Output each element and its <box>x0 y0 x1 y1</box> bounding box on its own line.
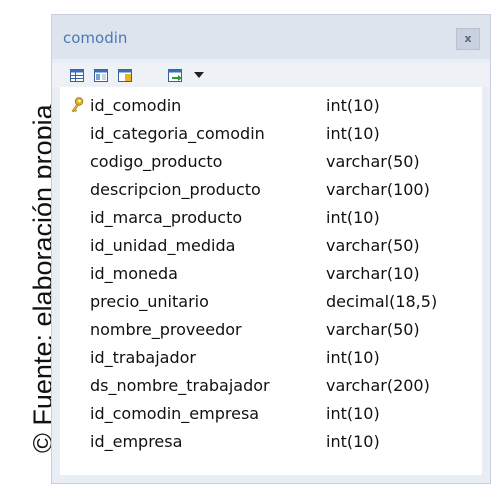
column-type: varchar(200) <box>326 376 430 395</box>
column-row[interactable]: nombre_proveedor varchar(50) <box>60 317 482 341</box>
column-type: int(10) <box>326 208 380 227</box>
column-row[interactable]: id_marca_producto int(10) <box>60 205 482 229</box>
column-name: id_categoria_comodin <box>90 124 265 143</box>
column-row[interactable]: id_unidad_medida varchar(50) <box>60 233 482 257</box>
column-type: int(10) <box>326 404 380 423</box>
column-type: varchar(50) <box>326 152 420 171</box>
column-name: precio_unitario <box>90 292 209 311</box>
column-name: descripcion_producto <box>90 180 261 199</box>
column-row[interactable]: descripcion_producto varchar(100) <box>60 177 482 201</box>
column-type: int(10) <box>326 348 380 367</box>
column-type: int(10) <box>326 124 380 143</box>
column-name: id_comodin_empresa <box>90 404 260 423</box>
column-type: varchar(10) <box>326 264 420 283</box>
column-name: id_unidad_medida <box>90 236 236 255</box>
column-type: varchar(50) <box>326 320 420 339</box>
column-row[interactable]: id_comodin_empresa int(10) <box>60 401 482 425</box>
column-type: decimal(18,5) <box>326 292 438 311</box>
column-name: id_moneda <box>90 264 178 283</box>
column-name: id_trabajador <box>90 348 196 367</box>
table-window[interactable]: comodin x id_comodin int(10) id_categori… <box>51 14 491 484</box>
title-bar[interactable]: comodin x <box>52 15 490 59</box>
column-name: ds_nombre_trabajador <box>90 376 270 395</box>
column-row[interactable]: codigo_producto varchar(50) <box>60 149 482 173</box>
column-row[interactable]: precio_unitario decimal(18,5) <box>60 289 482 313</box>
column-name: id_comodin <box>90 96 182 115</box>
close-button[interactable]: x <box>456 28 480 50</box>
key-table-icon[interactable] <box>118 69 132 82</box>
column-name: nombre_proveedor <box>90 320 242 339</box>
table-grid-icon[interactable] <box>70 69 84 82</box>
export-icon[interactable] <box>168 69 182 82</box>
column-type: varchar(50) <box>326 236 420 255</box>
column-type: varchar(100) <box>326 180 430 199</box>
column-name: id_empresa <box>90 432 183 451</box>
column-row[interactable]: ds_nombre_trabajador varchar(200) <box>60 373 482 397</box>
column-name: id_marca_producto <box>90 208 243 227</box>
column-row[interactable]: id_comodin int(10) <box>60 93 482 117</box>
column-type: int(10) <box>326 96 380 115</box>
column-row[interactable]: id_categoria_comodin int(10) <box>60 121 482 145</box>
column-type: int(10) <box>326 432 380 451</box>
toolbar <box>52 63 490 87</box>
table-view-icon[interactable] <box>94 69 108 82</box>
column-row[interactable]: id_empresa int(10) <box>60 429 482 453</box>
image-caption: © Fuente: elaboración propia <box>6 0 58 490</box>
column-row[interactable]: id_trabajador int(10) <box>60 345 482 369</box>
column-row[interactable]: id_moneda varchar(10) <box>60 261 482 285</box>
column-list: id_comodin int(10) id_categoria_comodin … <box>60 87 482 475</box>
primary-key-icon <box>70 97 84 113</box>
window-title: comodin <box>63 29 128 47</box>
chevron-down-icon[interactable] <box>194 72 204 78</box>
column-name: codigo_producto <box>90 152 223 171</box>
